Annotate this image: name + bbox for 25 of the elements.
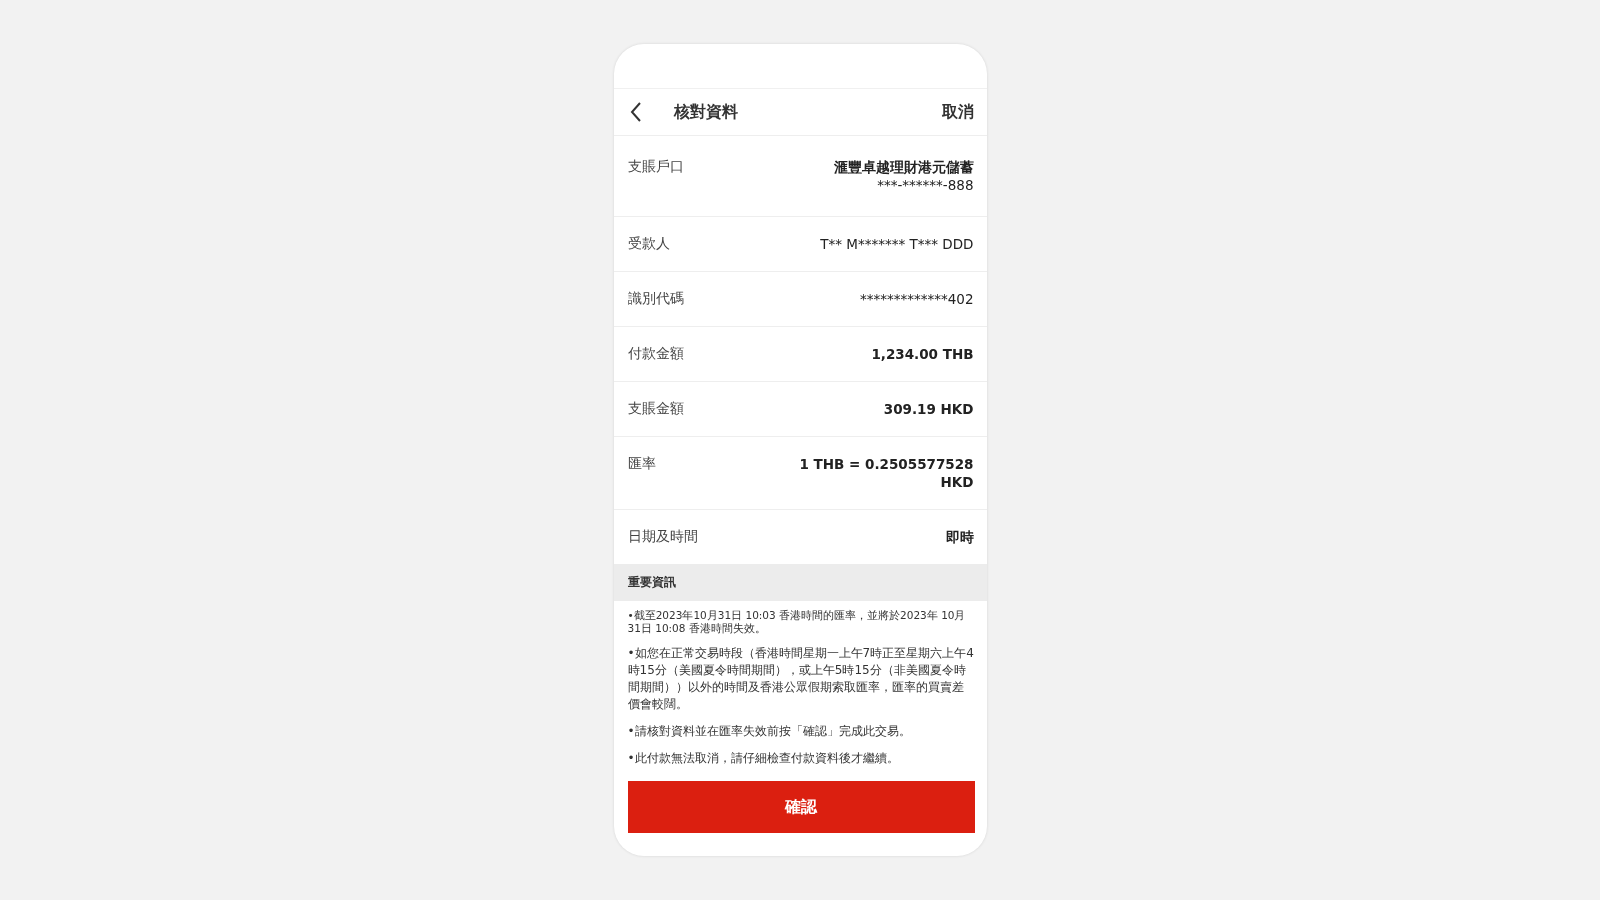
field-label: 受款人 — [627, 235, 670, 253]
back-icon[interactable] — [629, 102, 642, 122]
field-label: 支賬金額 — [627, 400, 684, 418]
note-text: •截至2023年10月31日 10:03 香港時間的匯率，並將於2023年 10月31日 10:08 香港時間失效。 — [627, 609, 967, 635]
field-label: 日期及時間 — [627, 528, 698, 546]
field-label: 付款金額 — [627, 345, 684, 363]
field-value: T** M******* T*** DDD — [820, 235, 974, 253]
field-label: 匯率 — [627, 455, 656, 473]
field-value: ***-******-888 — [877, 176, 974, 194]
field-label: 識別代碼 — [627, 290, 684, 308]
note-text: •請核對資料並在匯率失效前按「確認」完成此交易。 — [627, 723, 912, 740]
field-label: 支賬戶口 — [627, 158, 684, 176]
page-title: 核對資料 — [673, 101, 738, 123]
field-value: 滙豐卓越理財港元儲蓄 — [833, 158, 974, 176]
note-text: •如您在正常交易時段（香港時間星期一上午7時正至星期六上午4時15分（美國夏令時間期間），或上午5時15分（非美國夏令時間期間））以外的時間及香港公眾假期索取匯率，匯率的買賣差價會較闊。 — [627, 645, 975, 713]
cancel-button[interactable]: 取消 — [941, 101, 974, 123]
confirm-button[interactable]: 確認 — [627, 781, 975, 833]
note-text: •此付款無法取消，請仔細檢查付款資料後才繼續。 — [627, 750, 900, 767]
section-header: 重要資訊 — [613, 564, 987, 601]
field-value: 1 THB = 0.2505577528 — [799, 455, 974, 473]
field-value: 1,234.00 THB — [871, 345, 974, 363]
field-value: 即時 — [945, 528, 974, 546]
field-value: 309.19 HKD — [883, 400, 974, 418]
field-value: *************402 — [859, 290, 974, 308]
field-value: HKD — [940, 473, 974, 491]
